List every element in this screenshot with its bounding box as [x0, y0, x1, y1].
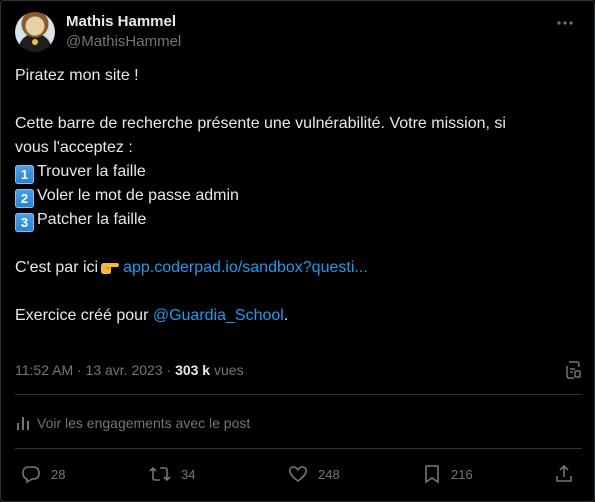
more-icon	[557, 21, 573, 25]
avatar[interactable]	[15, 12, 55, 52]
bookmark-button[interactable]: 216	[423, 461, 473, 487]
guardia-school-mention[interactable]: @Guardia_School	[153, 307, 284, 324]
author-handle[interactable]: @MathisHammel	[66, 32, 181, 52]
cta-prefix: C'est par ici	[15, 259, 99, 276]
author-names: Mathis Hammel @MathisHammel	[66, 12, 181, 52]
timestamp[interactable]: 11:52 AM · 13 avr. 2023 ·	[15, 362, 171, 378]
repost-button[interactable]: 34	[149, 461, 195, 487]
views-button[interactable]	[564, 360, 582, 386]
views-icon	[566, 361, 581, 379]
divider	[15, 394, 582, 395]
repost-icon	[149, 466, 171, 482]
tweet-header: Mathis Hammel @MathisHammel	[15, 11, 582, 52]
author-display-name[interactable]: Mathis Hammel	[66, 12, 181, 32]
tweet-meta: 11:52 AM · 13 avr. 2023 · 303 k vues	[15, 359, 582, 381]
reply-count: 28	[51, 466, 66, 482]
share-icon	[556, 464, 572, 482]
tweet-line-description: Cette barre de recherche présente une vu…	[15, 115, 506, 132]
like-button[interactable]: 248	[288, 461, 340, 487]
credit-prefix: Exercice créé pour	[15, 307, 149, 324]
coderpad-link[interactable]: app.coderpad.io/sandbox?questi...	[123, 259, 368, 276]
step-text: Voler le mot de passe admin	[37, 187, 239, 204]
step-item: 3 Patcher la faille	[15, 208, 582, 232]
reply-icon	[22, 466, 40, 484]
keycap-emoji: 2	[15, 189, 34, 208]
bookmark-icon	[425, 465, 439, 484]
engagements-label: Voir les engagements avec le post	[37, 415, 251, 431]
avatar-badge	[32, 39, 38, 45]
more-button[interactable]	[548, 11, 582, 35]
like-count: 248	[318, 466, 340, 482]
tweet-card: Mathis Hammel @MathisHammel Piratez mon …	[0, 0, 595, 502]
credit-line: Exercice créé pour @Guardia_School.	[15, 304, 582, 328]
reply-button[interactable]: 28	[21, 461, 65, 487]
tweet-line-title: Piratez mon site !	[15, 67, 139, 84]
step-text: Trouver la faille	[37, 163, 146, 180]
step-item: 2 Voler le mot de passe admin	[15, 184, 582, 208]
repost-count: 34	[181, 466, 196, 482]
view-engagements-button[interactable]: Voir les engagements avec le post	[15, 411, 250, 435]
share-button[interactable]	[555, 461, 583, 487]
keycap-emoji: 3	[15, 213, 34, 232]
action-bar: 28 34 248 216	[15, 461, 582, 487]
cta-line: C'est par ici app.coderpad.io/sandbox?que…	[15, 256, 582, 280]
views-label: vues	[214, 362, 244, 378]
keycap-emoji: 1	[15, 165, 34, 184]
views-count: 303 k	[175, 362, 211, 378]
divider	[15, 448, 582, 449]
tweet-text: Piratez mon site ! Cette barre de recher…	[15, 64, 582, 328]
step-item: 1 Trouver la faille	[15, 160, 582, 184]
step-text: Patcher la faille	[37, 211, 147, 228]
like-icon	[289, 466, 307, 482]
point-right-emoji	[100, 259, 120, 283]
bookmark-count: 216	[451, 466, 473, 482]
credit-suffix: .	[283, 307, 289, 324]
engagements-icon	[17, 417, 29, 430]
tweet-line-description-cont: vous l'acceptez :	[15, 139, 133, 156]
